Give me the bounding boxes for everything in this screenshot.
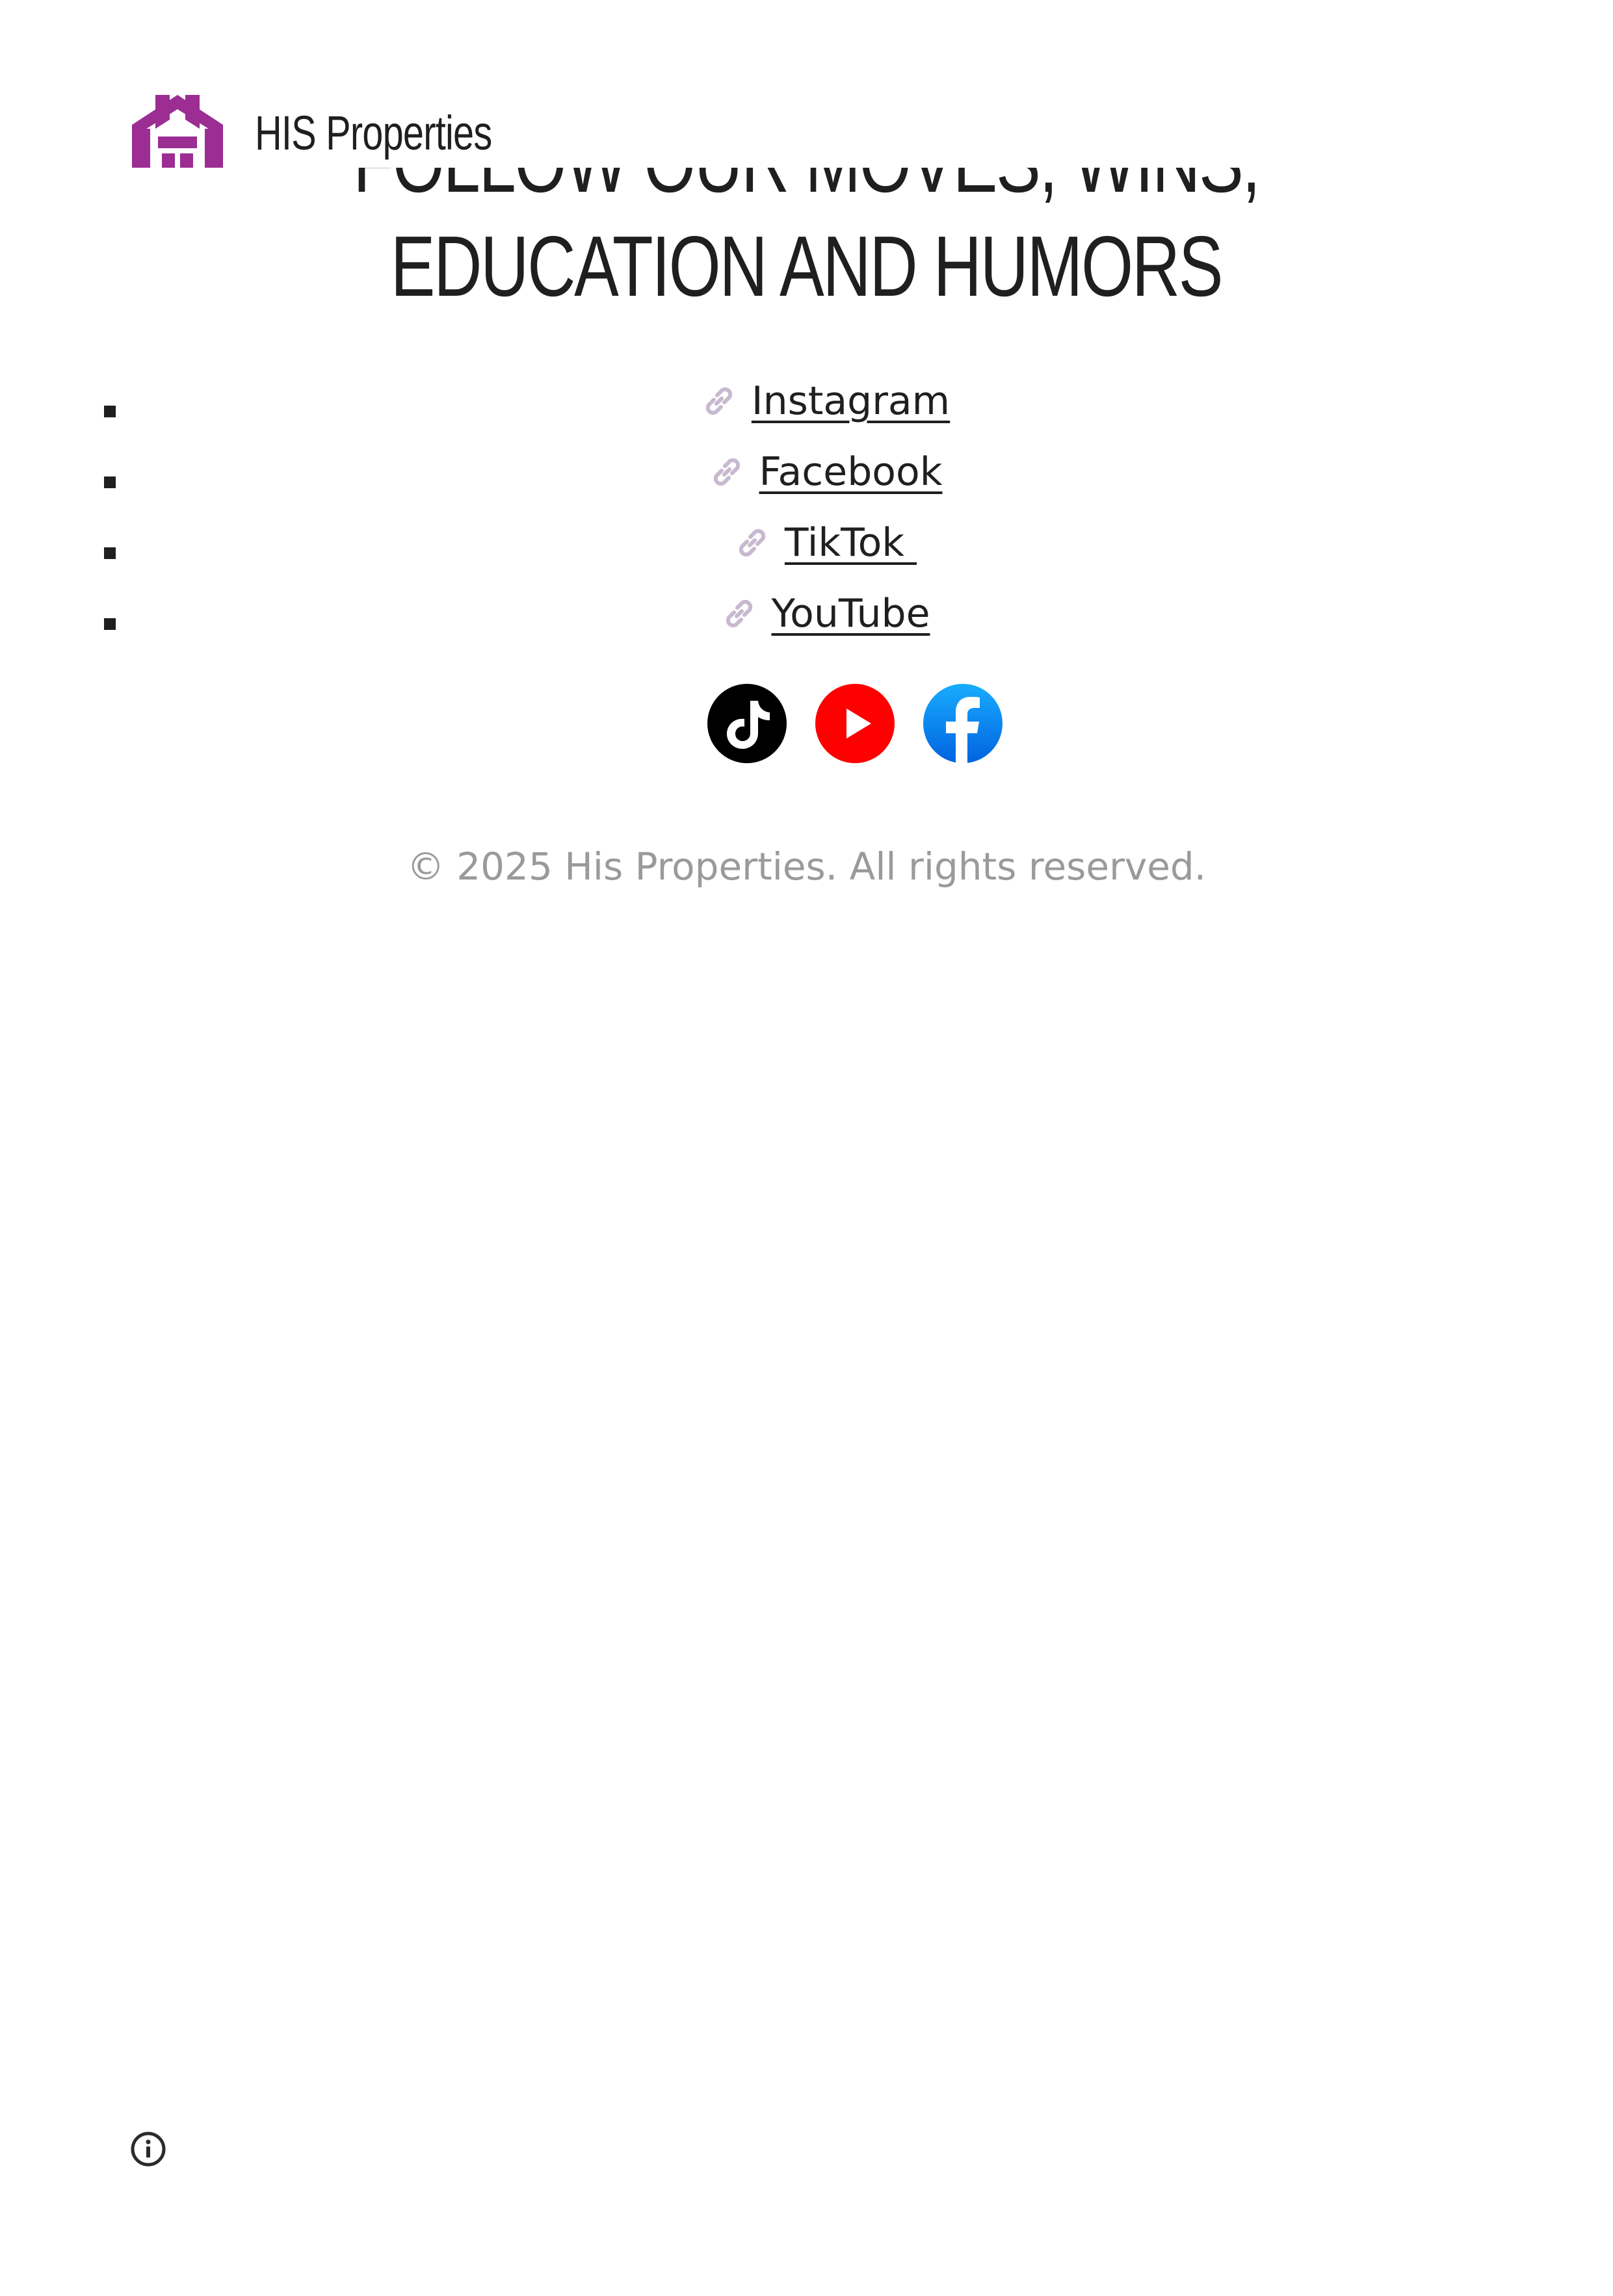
- link-chain-icon: [739, 528, 766, 557]
- facebook-link[interactable]: Facebook: [759, 449, 943, 495]
- copyright-text: © 2025 His Properties. All rights reserv…: [406, 844, 1207, 889]
- site-header: HIS Properties: [0, 0, 1613, 168]
- link-chain-icon: [726, 599, 752, 628]
- instagram-link[interactable]: Instagram: [752, 378, 950, 424]
- house-logo-icon[interactable]: [132, 91, 223, 172]
- brand-name[interactable]: HIS Properties: [255, 104, 492, 163]
- info-icon[interactable]: [130, 2131, 166, 2167]
- youtube-link[interactable]: YouTube: [772, 591, 930, 636]
- link-chain-icon: [705, 387, 733, 415]
- list-item: TikTok: [0, 519, 1613, 590]
- social-link-list: Instagram Facebook TikTok YouTube: [0, 377, 1613, 660]
- link-chain-icon: [713, 458, 740, 486]
- facebook-icon[interactable]: [923, 684, 1003, 763]
- youtube-icon[interactable]: [815, 684, 895, 763]
- tiktok-link[interactable]: TikTok: [785, 520, 917, 566]
- social-icon-row: [0, 684, 1613, 764]
- list-item: Facebook: [0, 448, 1613, 519]
- list-item: YouTube: [0, 590, 1613, 660]
- tiktok-icon[interactable]: [707, 684, 787, 763]
- list-item: Instagram: [0, 377, 1613, 448]
